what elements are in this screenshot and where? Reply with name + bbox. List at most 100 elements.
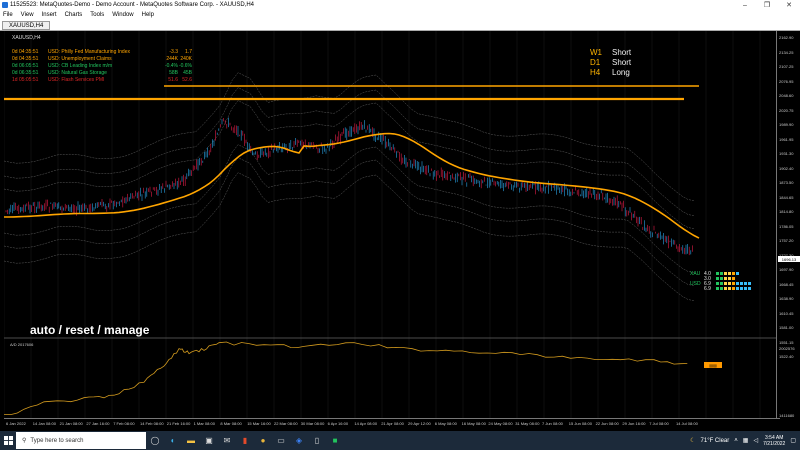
strength-bar xyxy=(720,277,723,280)
price-label: 1522.40 xyxy=(779,354,794,359)
taskbar-search[interactable]: ⚲ Type here to search xyxy=(16,432,146,449)
time-label: 14 Jul 08:00 xyxy=(676,421,698,426)
time-label: 22 Mar 08:00 xyxy=(274,421,298,426)
network-icon[interactable]: ▦ xyxy=(743,437,749,444)
chrome-icon[interactable]: ● xyxy=(254,431,272,450)
menu-help[interactable]: Help xyxy=(142,12,154,18)
news-time: 0d 04:35:51 xyxy=(12,48,39,55)
time-label: 30 Mar 08:00 xyxy=(300,421,325,426)
news-actual: 51.6 xyxy=(168,76,178,83)
menu-tools[interactable]: Tools xyxy=(90,12,104,18)
weather-moon-icon[interactable]: ☾ xyxy=(690,437,695,444)
menu-insert[interactable]: Insert xyxy=(42,12,57,18)
time-label: 6 Apr 16:00 xyxy=(327,421,349,426)
timeframe-name: H4 xyxy=(590,67,601,77)
maximize-button[interactable]: ❐ xyxy=(756,1,778,9)
auto-reset-manage-label[interactable]: auto / reset / manage xyxy=(30,323,149,337)
strength-bar xyxy=(736,287,739,290)
menu-charts[interactable]: Charts xyxy=(65,12,83,18)
time-axis[interactable]: 6 Jan 2022 14 Jan 08:00 21 Jan 08:00 27 Jan… xyxy=(4,418,780,428)
office-icon[interactable]: ▮ xyxy=(236,431,254,450)
news-row: 1d 05:05:51 USD: Flash Services PMI 51.6 52… xyxy=(12,76,192,83)
mt5-icon[interactable]: ◈ xyxy=(290,431,308,450)
ad-indicator-line xyxy=(4,341,688,416)
timeframe-row: D1 Short xyxy=(590,57,631,67)
envelope-band xyxy=(4,87,695,216)
timeframe-bias: Short xyxy=(612,47,632,57)
time-label: 24 May 08:00 xyxy=(488,421,513,426)
time-label: 8 Mar 08:00 xyxy=(220,421,242,426)
strength-bar xyxy=(724,272,727,275)
timeframe-name: W1 xyxy=(590,47,602,57)
time-label: 15 Jun 08:00 xyxy=(568,421,592,426)
strength-bar xyxy=(748,287,751,290)
strength-bars xyxy=(716,282,751,285)
price-axis[interactable]: 2162.90 2134.25 2107.25 2076.95 2048.60 2020.… xyxy=(776,31,800,418)
news-time: 0d 04:35:51 xyxy=(12,55,39,62)
menu-file[interactable]: File xyxy=(3,12,13,18)
trade-panel-toggle[interactable]: ▤▤ xyxy=(704,362,722,368)
tray-chevron-icon[interactable]: ˄ xyxy=(734,438,738,444)
news-row: 0d 06:35:51 USD: Natural Gas Storage 58B 45… xyxy=(12,69,192,76)
envelope-band xyxy=(4,72,695,201)
windows-logo-icon xyxy=(3,436,13,445)
strength-bar xyxy=(720,282,723,285)
terminal-icon[interactable]: ▭ xyxy=(272,431,290,450)
strength-bar xyxy=(732,282,735,285)
envelope-band xyxy=(4,157,695,286)
price-label: 1668.45 xyxy=(779,281,794,287)
time-label: 14 Feb 08:00 xyxy=(140,421,164,426)
mail-icon[interactable]: ✉ xyxy=(218,431,236,450)
green-app-icon[interactable]: ■ xyxy=(326,431,344,450)
phone-icon[interactable]: ▯ xyxy=(308,431,326,450)
menu-window[interactable]: Window xyxy=(112,12,133,18)
price-label: 2134.25 xyxy=(779,49,794,55)
clock-time: 3:54 AM xyxy=(765,434,784,441)
task-view-icon[interactable]: ◯ xyxy=(146,431,164,450)
strength-bar xyxy=(748,282,751,285)
strength-bars xyxy=(716,287,751,290)
time-label: 7 Jul 08:00 xyxy=(649,421,669,426)
menu-view[interactable]: View xyxy=(21,12,34,18)
time-label: 27 Jan 16:00 xyxy=(86,421,110,426)
price-chart[interactable]: XAUUSD,H4 0d 04:35:51 USD: Philly Fed Man… xyxy=(4,31,780,418)
time-label: 14 Apr 08:00 xyxy=(354,421,378,426)
strength-bar xyxy=(716,272,719,275)
news-actual: 58B xyxy=(169,69,178,76)
osc-axis-label: 2002576 xyxy=(779,346,795,351)
strength-bar xyxy=(720,287,723,290)
price-label: 1844.65 xyxy=(779,194,794,200)
notifications-icon[interactable]: ▢ xyxy=(790,437,796,444)
strength-bar xyxy=(716,287,719,290)
price-label: 1610.45 xyxy=(779,310,794,316)
news-panel: 0d 04:35:51 USD: Philly Fed Manufacturing… xyxy=(12,48,192,83)
time-label: 15 Mar 16:00 xyxy=(247,421,271,426)
weather-text[interactable]: 71°F Clear xyxy=(701,438,730,444)
news-name: USD: Natural Gas Storage xyxy=(48,69,107,76)
start-button[interactable] xyxy=(0,431,16,450)
tab-xauusd-h4[interactable]: XAUUSD,H4 xyxy=(2,21,51,30)
strength-bar xyxy=(724,287,727,290)
news-row: 0d 06:05:51 USD: CB Leading Index m/m -0.4… xyxy=(12,62,192,69)
price-label: 1814.80 xyxy=(779,209,794,214)
edge-icon[interactable]: ◐ xyxy=(164,431,182,450)
clock[interactable]: 3:54 AM 7/21/2022 xyxy=(763,435,785,447)
current-price-label: 1696.13 xyxy=(778,256,800,262)
news-forecast: 52.6 xyxy=(182,76,192,83)
strength-bar xyxy=(728,272,731,275)
search-icon: ⚲ xyxy=(22,438,27,444)
news-actual: -3.3 xyxy=(169,48,178,55)
volume-icon[interactable]: ◁ xyxy=(753,437,758,444)
strength-bars xyxy=(716,272,739,275)
store-icon[interactable]: ▣ xyxy=(200,431,218,450)
news-actual: 244K xyxy=(166,55,178,62)
close-button[interactable]: ✕ xyxy=(778,1,800,9)
strength-bar xyxy=(744,287,747,290)
minimize-button[interactable]: – xyxy=(734,2,756,9)
file-explorer-icon[interactable]: ▬ xyxy=(182,431,200,450)
strength-bar xyxy=(732,277,735,280)
timeframe-bias: Short xyxy=(612,57,632,67)
time-label: 29 Apr 12:00 xyxy=(408,421,431,426)
news-name: USD: CB Leading Index m/m xyxy=(48,62,113,69)
news-row: 0d 04:35:51 USD: Philly Fed Manufacturing… xyxy=(12,48,192,55)
